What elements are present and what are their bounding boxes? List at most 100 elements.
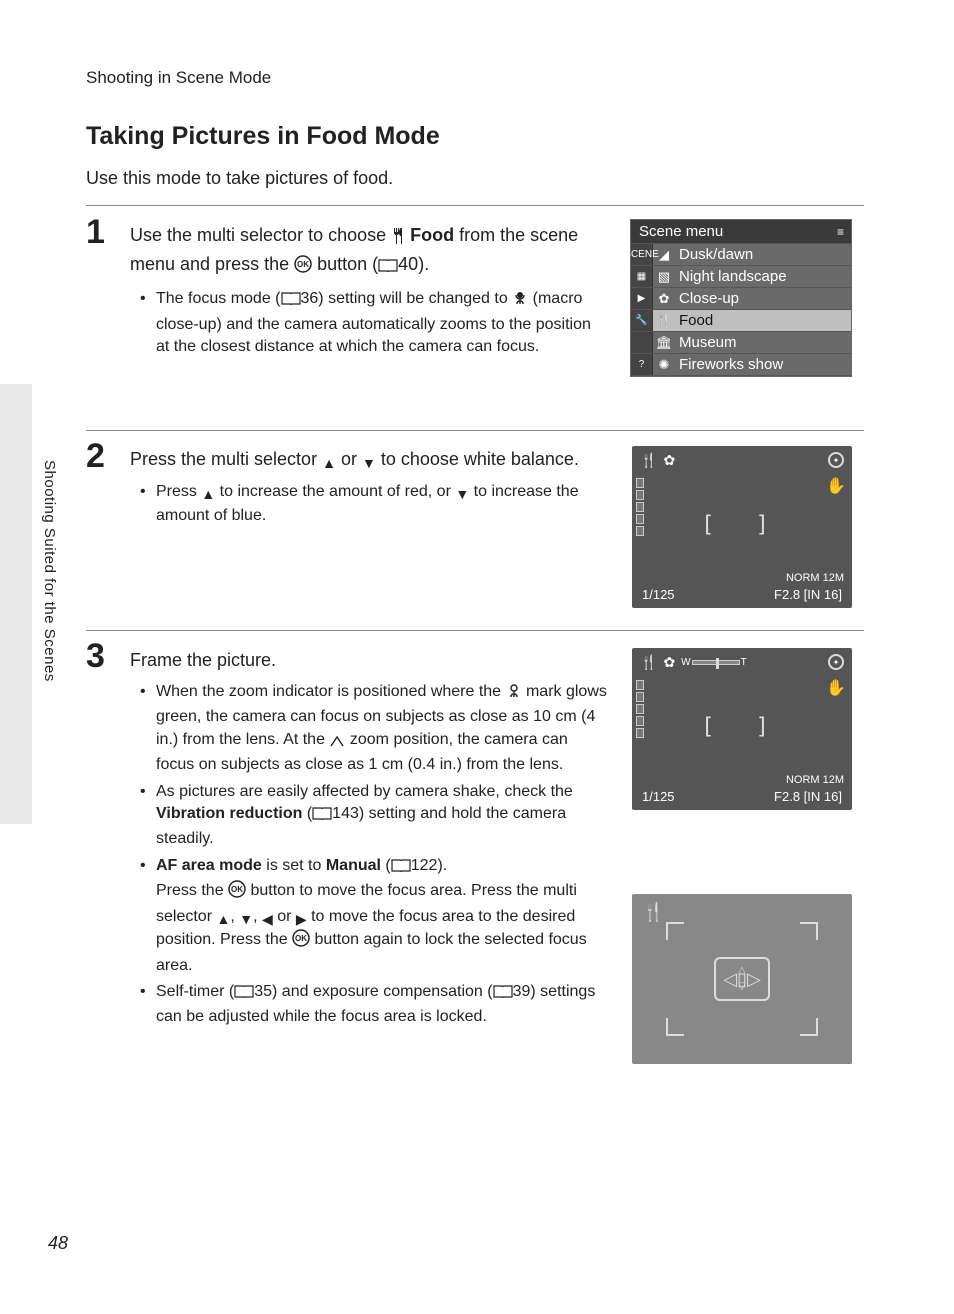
text: The focus mode ( (156, 290, 281, 307)
aperture: F2.8 (774, 789, 800, 804)
step-number-2: 2 (86, 437, 105, 476)
frame-corner-icon (666, 1018, 684, 1036)
scene-item-fireworks[interactable]: ? ✺ Fireworks show (631, 354, 851, 376)
frame-corner-icon (800, 1018, 818, 1036)
text: is set to (262, 857, 326, 874)
ok-button-icon: OK (228, 880, 246, 905)
page-ref-icon (493, 984, 513, 1006)
shake-warning-icon: ✋ (826, 678, 846, 698)
text: or (336, 449, 362, 469)
text: to choose white balance. (376, 449, 579, 469)
food-icon: 🍴 (653, 313, 675, 329)
down-arrow-icon: ▼ (455, 485, 469, 505)
svg-text:OK: OK (297, 260, 309, 269)
scene-item-closeup[interactable]: ▶ ✿ Close-up (631, 288, 851, 310)
page-ref-icon (281, 291, 301, 313)
wb-slider: W T (681, 657, 747, 668)
step-number-3: 3 (86, 637, 105, 676)
frame-count: 16 (824, 587, 838, 602)
scene-label: Food (675, 312, 713, 329)
size-label: 12M (823, 572, 844, 584)
t-label: T (741, 657, 747, 668)
page-ref: 36 (301, 290, 319, 307)
food-mode-icon: 🍴 (640, 452, 657, 469)
food-mode-icon: 🍴 (642, 902, 664, 923)
page-ref: 122 (411, 857, 438, 874)
page-ref: 40 (398, 254, 418, 274)
norm-label: NORM (786, 774, 820, 786)
text: to increase the amount of red, or (215, 483, 455, 500)
manual-label: Manual (326, 857, 381, 874)
page-ref: 35 (254, 983, 272, 1000)
museum-icon: 🏛 (653, 335, 675, 351)
closeup-icon: ✿ (653, 291, 675, 307)
shake-warning-icon: ✋ (826, 476, 846, 496)
focus-area-selector: ◁ △▯▽ ▷ (714, 957, 770, 1001)
menu-bars-icon: ≡ (837, 225, 845, 239)
step-number-1: 1 (86, 213, 105, 252)
quality-indicator: NORM 12M (786, 572, 844, 584)
scene-tab-icon: ▦ (631, 266, 653, 287)
norm-label: NORM (786, 572, 820, 584)
memory-in: IN (807, 587, 820, 602)
camera-display-figure-zoom: 🍴 ✿ W T ✦ ✋ [ ] NORM 12M 1/125 F2.8 [IN … (632, 648, 852, 810)
down-arrow-icon: ▼ (239, 910, 253, 930)
scene-label: Museum (675, 334, 737, 351)
scene-item-museum[interactable]: 🏛 Museum (631, 332, 851, 354)
scene-tab-icon: 🔧 (631, 310, 653, 331)
shutter-speed: 1/125 (642, 587, 675, 602)
aperture-info: F2.8 [IN 16] (774, 789, 842, 804)
page-ref-icon (312, 806, 332, 828)
aperture: F2.8 (774, 587, 800, 602)
step-3: Frame the picture. When the zoom indicat… (130, 647, 608, 1033)
quality-indicator: NORM 12M (786, 774, 844, 786)
text: ). (418, 254, 429, 274)
scene-item-food[interactable]: 🔧 🍴 Food (631, 310, 851, 332)
up-arrow-icon: ▲ (216, 910, 230, 930)
running-head: Shooting in Scene Mode (86, 68, 271, 88)
text: ( (302, 805, 312, 822)
text: Self-timer ( (156, 983, 234, 1000)
vr-icon: ✦ (828, 654, 844, 670)
scene-item-duskdawn[interactable]: SCENE ◢ Dusk/dawn (631, 244, 851, 266)
text-food: Food (410, 225, 454, 245)
text: When the zoom indicator is positioned wh… (156, 683, 506, 700)
page-ref-icon (378, 254, 398, 280)
left-arrow-icon: ◁ (723, 969, 737, 990)
step-2: Press the multi selector ▲ or ▼ to choos… (130, 446, 608, 531)
text: ) and exposure compensation ( (272, 983, 493, 1000)
right-arrow-icon: ▶ (296, 910, 307, 930)
page-number: 48 (48, 1233, 68, 1254)
scene-item-nightlandscape[interactable]: ▦ ▧ Night landscape (631, 266, 851, 288)
scene-tab-icon (631, 332, 653, 353)
right-arrow-icon: ▷ (747, 969, 761, 990)
fireworks-icon: ✺ (653, 357, 675, 373)
page-ref-icon (234, 984, 254, 1006)
page-title: Taking Pictures in Food Mode (86, 122, 440, 151)
af-area-mode-label: AF area mode (156, 857, 262, 874)
text: ) setting will be changed to (318, 290, 512, 307)
w-label: W (681, 657, 690, 668)
step-1-bullet-1: The focus mode ( 36) setting will be chan… (156, 288, 608, 358)
scene-label: Night landscape (675, 268, 787, 285)
page-intro: Use this mode to take pictures of food. (86, 168, 393, 189)
vertical-section-label: Shooting Suited for the Scenes (41, 460, 58, 682)
aperture-info: F2.8 [IN 16] (774, 587, 842, 602)
ok-button-icon: OK (292, 929, 310, 954)
zoom-indicator (636, 678, 648, 758)
step-3-bullet-1: When the zoom indicator is positioned wh… (156, 681, 608, 777)
zoom-indicator (636, 476, 648, 556)
step-3-bullet-4: Self-timer ( 35) and exposure compensatio… (156, 981, 608, 1029)
svg-text:OK: OK (231, 885, 243, 894)
step-3-bullet-3: AF area mode is set to Manual (122). Pre… (156, 855, 608, 977)
macro-flower-icon (512, 290, 528, 313)
step-2-heading: Press the multi selector ▲ or ▼ to choos… (130, 446, 608, 473)
food-icon (391, 225, 405, 251)
side-tab (0, 384, 32, 824)
text: Press (156, 483, 201, 500)
divider (86, 430, 864, 431)
text: button ( (317, 254, 378, 274)
dusk-icon: ◢ (653, 247, 675, 263)
text: Press the multi selector (130, 449, 322, 469)
step-3-bullet-2: As pictures are easily affected by camer… (156, 781, 608, 851)
